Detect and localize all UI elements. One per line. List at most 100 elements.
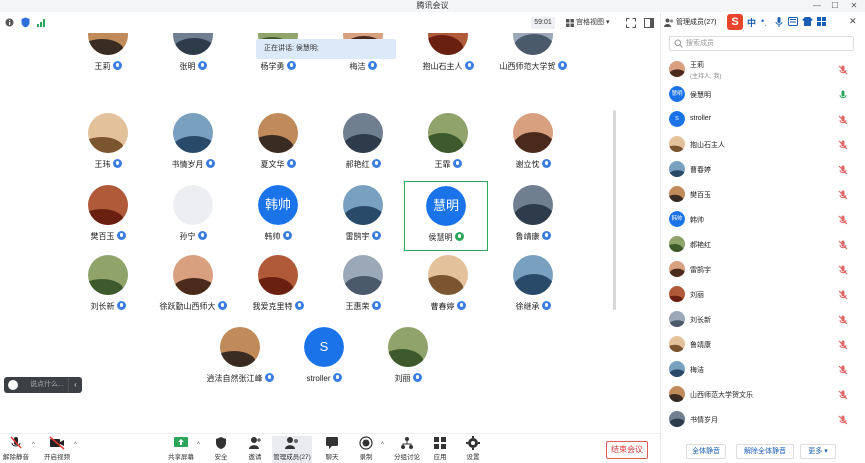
- participant-tile[interactable]: 书情岁月: [153, 113, 233, 189]
- emoji-icon[interactable]: [8, 380, 18, 390]
- member-row[interactable]: 鲁靖康: [661, 332, 865, 357]
- participant-tile[interactable]: 王莉: [68, 33, 148, 109]
- participant-tile[interactable]: 徐跃勤山西师大: [153, 255, 233, 331]
- unmute-all-button[interactable]: 解除全体静音: [736, 444, 794, 459]
- share-options-chevron-icon[interactable]: ^: [197, 442, 200, 448]
- start-video-button[interactable]: 开启视频: [42, 436, 72, 463]
- participant-tile[interactable]: 慧明 侯慧明: [404, 181, 488, 251]
- participant-tile[interactable]: 夏文华: [238, 113, 318, 189]
- mic-muted-icon[interactable]: [838, 390, 848, 400]
- end-meeting-button[interactable]: 结束会议: [606, 441, 648, 459]
- mic-muted-icon[interactable]: [838, 415, 848, 425]
- participant-tile[interactable]: 韩帅 韩帅: [238, 185, 318, 261]
- member-row[interactable]: 郝艳红: [661, 232, 865, 257]
- participant-tile[interactable]: Sstroller: [284, 327, 364, 403]
- collapse-chat-icon[interactable]: ‹: [68, 377, 82, 393]
- more-button[interactable]: 更多 ▾: [800, 444, 836, 459]
- member-row[interactable]: 慧明 侯慧明: [661, 82, 865, 107]
- video-options-chevron-icon[interactable]: ^: [74, 442, 77, 448]
- manage-members-button[interactable]: 管理成员(27): [272, 436, 312, 463]
- member-row[interactable]: 刘长新: [661, 307, 865, 332]
- minimize-icon[interactable]: —: [808, 0, 826, 12]
- mic-muted-icon[interactable]: [838, 140, 848, 150]
- security-button[interactable]: 安全: [208, 436, 234, 463]
- ime-voice-icon[interactable]: [775, 17, 783, 28]
- apps-button[interactable]: 应用: [428, 436, 452, 463]
- ime-keyboard-icon[interactable]: [788, 17, 798, 26]
- close-panel-icon[interactable]: ✕: [849, 16, 857, 27]
- member-row[interactable]: 樊百玉: [661, 182, 865, 207]
- share-screen-button[interactable]: 共享屏幕: [166, 436, 196, 463]
- member-row[interactable]: 曹春婷: [661, 157, 865, 182]
- mic-muted-icon[interactable]: [838, 290, 848, 300]
- settings-button[interactable]: 设置: [461, 436, 485, 463]
- chat-input[interactable]: 说点什么... ‹: [4, 377, 82, 393]
- shield-icon[interactable]: [21, 17, 30, 28]
- ime-punct-icon[interactable]: •ͺ: [761, 16, 767, 26]
- participant-tile[interactable]: 张明: [153, 33, 233, 109]
- participant-tile[interactable]: 抱山石主人: [408, 33, 488, 109]
- member-row[interactable]: 韩帅 韩帅: [661, 207, 865, 232]
- member-search-input[interactable]: 搜索成员: [669, 36, 854, 51]
- record-options-chevron-icon[interactable]: ^: [381, 442, 384, 448]
- close-icon[interactable]: ✕: [845, 0, 863, 12]
- member-row[interactable]: 刘丽: [661, 282, 865, 307]
- member-row[interactable]: 雷鹄宇: [661, 257, 865, 282]
- participant-tile[interactable]: 孙宁: [153, 185, 233, 261]
- mic-muted-icon[interactable]: [838, 190, 848, 200]
- gear-icon: [466, 436, 480, 450]
- participant-tile[interactable]: 鲁靖康: [493, 185, 573, 261]
- participant-tile[interactable]: 山西师范大学贺: [493, 33, 573, 109]
- participant-tile[interactable]: 我爱克里特: [238, 255, 318, 331]
- unmute-button[interactable]: 解除静音: [2, 436, 30, 463]
- fullscreen-icon[interactable]: [626, 18, 636, 28]
- member-row[interactable]: 王莉 (主持人, 我): [661, 57, 865, 82]
- chat-button[interactable]: 聊天: [320, 436, 344, 463]
- member-row[interactable]: 书情岁月: [661, 407, 865, 432]
- sidebar-toggle-icon[interactable]: [644, 18, 654, 28]
- member-row[interactable]: 抱山石主人: [661, 132, 865, 157]
- participant-name-text: 王惠荣: [345, 302, 370, 311]
- ime-toolbox-icon[interactable]: [817, 17, 826, 26]
- participant-tile[interactable]: 王玮: [68, 113, 148, 189]
- gallery-scrollbar[interactable]: [613, 110, 616, 310]
- participant-tile[interactable]: 王惠荣: [323, 255, 403, 331]
- mic-muted-icon[interactable]: [838, 365, 848, 375]
- record-button[interactable]: 录制: [354, 436, 378, 463]
- mic-muted-icon[interactable]: [838, 265, 848, 275]
- participant-tile[interactable]: 刘丽: [368, 327, 448, 403]
- mic-status-icon: [286, 61, 296, 70]
- ime-chinese-icon[interactable]: 中: [747, 16, 756, 29]
- participant-tile[interactable]: 刘长新: [68, 255, 148, 331]
- mic-muted-icon[interactable]: [838, 115, 848, 125]
- participant-tile[interactable]: 王霏: [408, 113, 488, 189]
- maximize-icon[interactable]: ☐: [826, 0, 844, 12]
- mic-muted-icon[interactable]: [838, 65, 848, 75]
- participant-tile[interactable]: 郝艳红: [323, 113, 403, 189]
- breakout-button[interactable]: 分组讨论: [392, 436, 422, 463]
- member-row[interactable]: 山西师范大学贺文乐: [661, 382, 865, 407]
- participant-tile[interactable]: 曹春婷: [408, 255, 488, 331]
- info-icon[interactable]: [5, 18, 14, 27]
- view-mode-button[interactable]: 宫格视图 ▾: [576, 17, 609, 29]
- member-avatar: 慧明: [669, 86, 685, 102]
- member-row[interactable]: Sstroller: [661, 107, 865, 132]
- ime-skin-icon[interactable]: [802, 17, 813, 26]
- avatar-photo: [88, 33, 128, 55]
- invite-button[interactable]: 邀请: [242, 436, 268, 463]
- participant-tile[interactable]: 雷鹄宇: [323, 185, 403, 261]
- mute-all-button[interactable]: 全体静音: [686, 444, 726, 459]
- mic-on-icon[interactable]: [838, 90, 848, 100]
- mic-muted-icon[interactable]: [838, 340, 848, 350]
- mic-muted-icon[interactable]: [838, 215, 848, 225]
- participant-tile[interactable]: 徐继承: [493, 255, 573, 331]
- participant-tile[interactable]: 谢立忱: [493, 113, 573, 189]
- participant-tile[interactable]: 樊百玉: [68, 185, 148, 261]
- mic-muted-icon[interactable]: [838, 315, 848, 325]
- mic-muted-icon[interactable]: [838, 165, 848, 175]
- member-row[interactable]: 梅洁: [661, 357, 865, 382]
- participant-tile[interactable]: 逍法自然张江峰: [200, 327, 280, 403]
- mic-muted-icon[interactable]: [838, 240, 848, 250]
- audio-options-chevron-icon[interactable]: ^: [32, 442, 35, 448]
- mic-status-icon: [557, 61, 567, 70]
